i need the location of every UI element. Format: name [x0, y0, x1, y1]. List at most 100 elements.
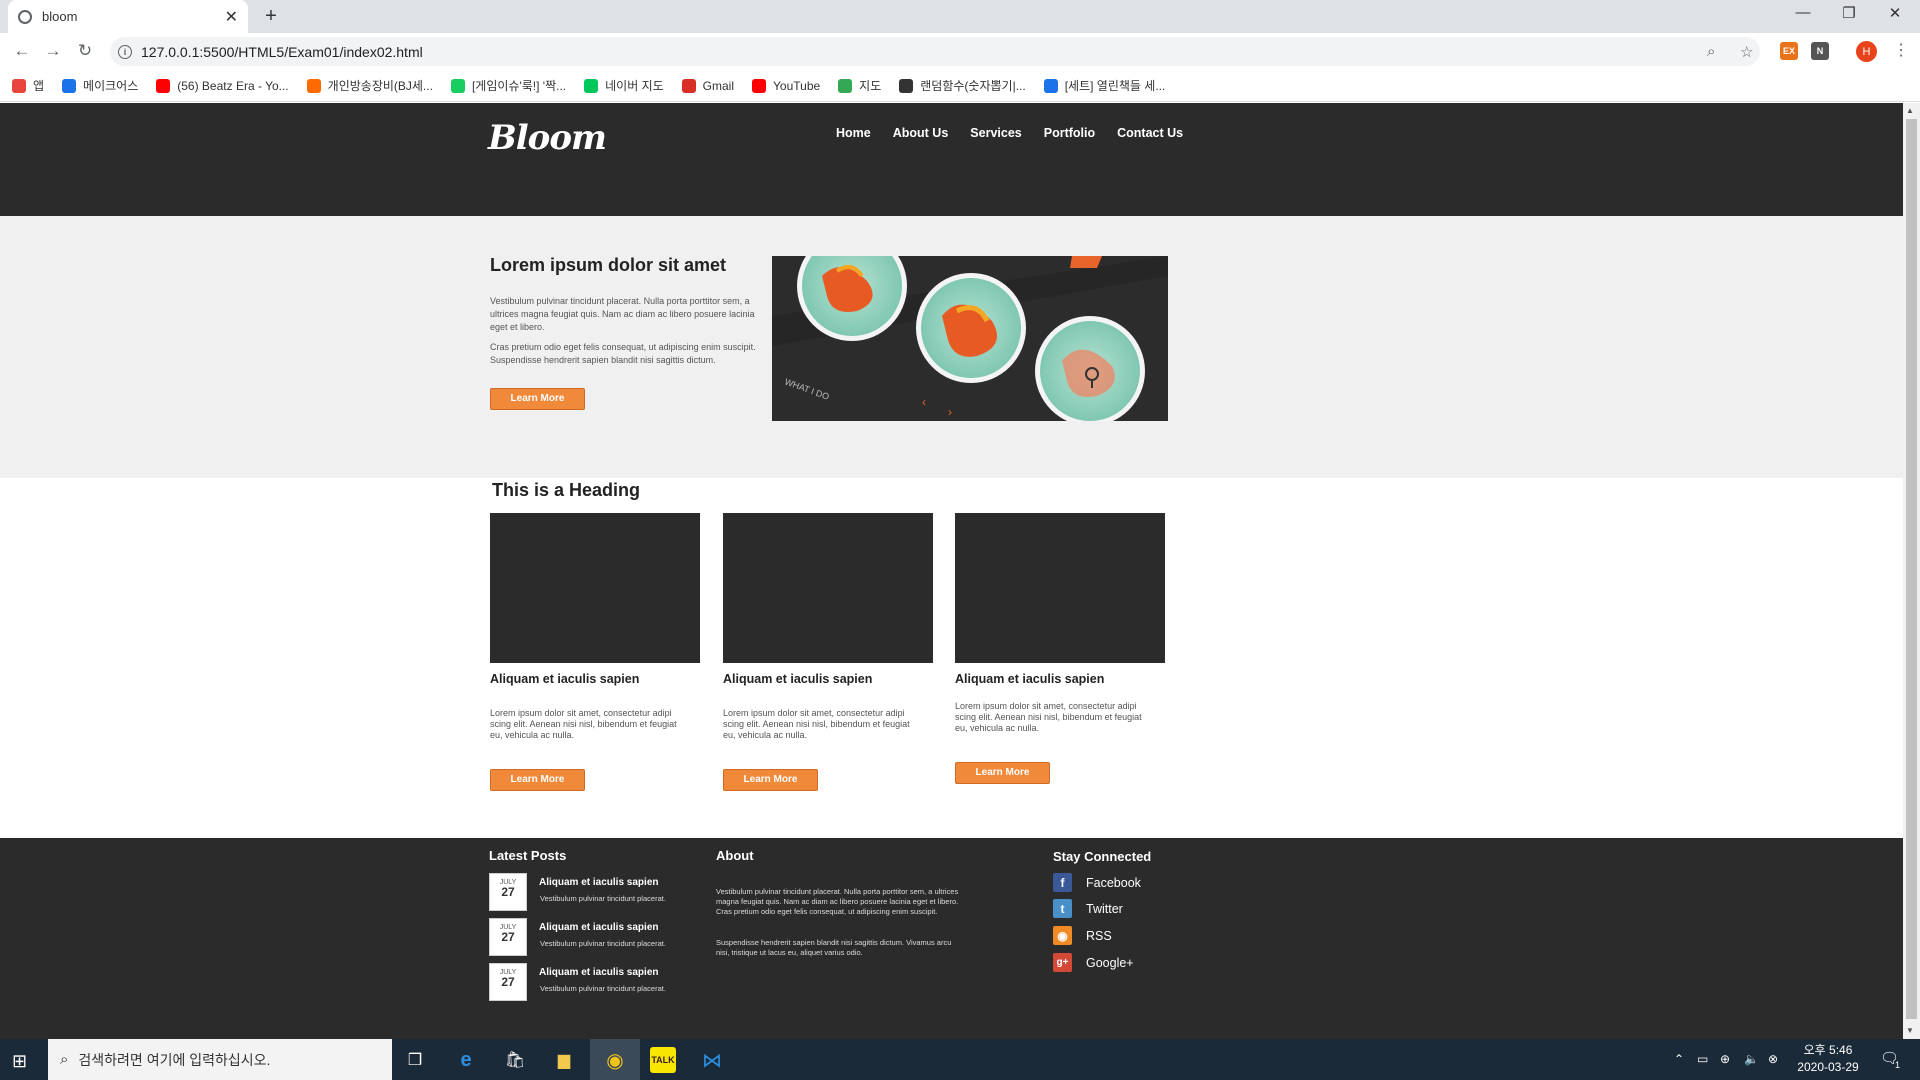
bookmark-label: 개인방송장비(BJ세... — [327, 79, 433, 93]
volume-icon[interactable]: 🔈 — [1744, 1052, 1759, 1066]
card-2-learn-more-button[interactable]: Learn More — [723, 769, 818, 791]
bookmark-label: [게임이슈'룩!] '짝... — [471, 79, 567, 93]
nav-contact-us[interactable]: Contact Us — [1117, 126, 1183, 140]
card-image-2 — [723, 513, 933, 663]
footer-post[interactable]: JULY 27 Aliquam et iaculis sapien Vestibu… — [489, 918, 709, 958]
post-title[interactable]: Aliquam et iaculis sapien — [539, 967, 658, 978]
card-3-learn-more-button[interactable]: Learn More — [955, 762, 1050, 784]
window-close-button[interactable]: ✕ — [1872, 4, 1918, 22]
task-view-icon[interactable]: ❒ — [402, 1047, 428, 1073]
latest-posts-heading: Latest Posts — [489, 848, 567, 863]
back-button[interactable]: ← — [10, 41, 34, 61]
post-title[interactable]: Aliquam et iaculis sapien — [539, 877, 658, 888]
nav-about-us[interactable]: About Us — [893, 126, 949, 140]
nav-home[interactable]: Home — [836, 126, 871, 140]
hero-image: WHAT I DO ‹ › — [772, 256, 1168, 421]
bookmark-item[interactable]: 메이크어스 — [62, 77, 138, 94]
bookmark-star-icon[interactable]: ☆ — [1740, 43, 1753, 61]
new-tab-button[interactable]: + — [260, 5, 282, 28]
nav-portfolio[interactable]: Portfolio — [1044, 126, 1095, 140]
scroll-down-arrow-icon[interactable]: ▼ — [1906, 1026, 1914, 1035]
bookmark-label: 네이버 지도 — [605, 79, 664, 93]
scroll-up-arrow-icon[interactable]: ▲ — [1906, 106, 1914, 115]
edge-icon[interactable]: e — [453, 1047, 479, 1073]
bookmark-item[interactable]: 랜덤함수(숫자뽑기|... — [899, 77, 1026, 94]
tray-chevron-icon[interactable]: ⌃ — [1674, 1052, 1684, 1066]
footer-post[interactable]: JULY 27 Aliquam et iaculis sapien Vestibu… — [489, 963, 709, 1003]
notification-count: 1 — [1895, 1060, 1901, 1070]
file-explorer-icon[interactable]: ▆ — [551, 1047, 577, 1073]
social-link-google-plus[interactable]: g+ Google+ — [1053, 953, 1134, 972]
site-info-icon[interactable]: i — [118, 44, 132, 59]
bookmark-item[interactable]: Gmail — [681, 78, 734, 93]
menu-icon[interactable]: ⋮ — [1893, 40, 1909, 60]
post-date: JULY 27 — [489, 918, 527, 956]
dots-icon — [899, 78, 914, 93]
section-heading: This is a Heading — [492, 480, 641, 500]
card-1-learn-more-button[interactable]: Learn More — [490, 769, 585, 791]
illustration-circle-3 — [1035, 316, 1145, 421]
zoom-icon[interactable]: ⌕ — [1707, 43, 1715, 60]
scroll-thumb[interactable] — [1906, 119, 1917, 1019]
forward-button[interactable]: → — [41, 41, 65, 61]
site-header: Bloom Home About Us Services Portfolio C… — [0, 103, 1903, 216]
address-bar[interactable]: i 127.0.0.1:5500/HTML5/Exam01/index02.ht… — [110, 37, 1760, 66]
nav-services[interactable]: Services — [970, 126, 1021, 140]
minimize-button[interactable]: — — [1780, 4, 1826, 21]
ime-icon[interactable]: ⊗ — [1768, 1052, 1778, 1066]
about-heading: About — [716, 848, 754, 863]
browser-tab[interactable]: bloom ✕ — [8, 0, 248, 33]
chrome-icon[interactable]: ◉ — [602, 1047, 628, 1073]
hero-title: Lorem ipsum dolor sit amet — [490, 255, 727, 275]
footer-post[interactable]: JULY 27 Aliquam et iaculis sapien Vestibu… — [489, 873, 709, 913]
close-tab-icon[interactable]: ✕ — [225, 7, 238, 27]
store-icon[interactable]: 🛍 — [502, 1047, 528, 1073]
bookmark-item[interactable]: 개인방송장비(BJ세... — [306, 77, 433, 94]
card-title-2: Aliquam et iaculis sapien — [723, 672, 873, 686]
battery-icon[interactable]: ▭ — [1697, 1052, 1708, 1066]
post-title[interactable]: Aliquam et iaculis sapien — [539, 922, 658, 933]
site-logo[interactable]: Bloom — [488, 118, 607, 158]
bookmark-item[interactable]: 네이버 지도 — [584, 77, 664, 94]
bookmark-label: 메이크어스 — [83, 79, 139, 93]
card-title-1: Aliquam et iaculis sapien — [490, 672, 640, 686]
windows-start-icon[interactable]: ⊞ — [12, 1051, 27, 1072]
windows-taskbar: ⊞ ⌕ 검색하려면 여기에 입력하십시오. ❒ e 🛍 ▆ ◉ TALK ⋈ ⌃… — [0, 1039, 1920, 1080]
hero-learn-more-button[interactable]: Learn More — [490, 388, 585, 410]
bookmark-item[interactable]: YouTube — [752, 78, 820, 93]
bookmark-item[interactable]: [세트] 열린책들 세... — [1043, 77, 1166, 94]
social-link-rss[interactable]: ◉ RSS — [1053, 926, 1112, 945]
page-scrollbar[interactable]: ▲ ▼ — [1903, 103, 1920, 1039]
profile-avatar[interactable]: H — [1856, 41, 1877, 62]
search-placeholder: 검색하려면 여기에 입력하십시오. — [78, 1051, 271, 1068]
restore-button[interactable]: ❐ — [1826, 4, 1872, 22]
tab-title: bloom — [42, 9, 78, 24]
extension-icon-n[interactable]: N — [1811, 42, 1829, 60]
network-icon[interactable]: ⊕ — [1720, 1052, 1730, 1066]
bookmark-item[interactable]: 지도 — [838, 77, 881, 94]
k-logo-icon — [306, 78, 321, 93]
system-clock[interactable]: 오후 5:46 2020-03-29 — [1790, 1042, 1866, 1076]
extension-icon-ex[interactable]: EX — [1780, 42, 1798, 60]
hero-paragraph-2: Cras pretium odio eget felis consequat, … — [490, 342, 756, 365]
bookmark-label: 앱 — [33, 79, 45, 93]
reload-button[interactable]: ↻ — [73, 41, 97, 61]
clock-time: 오후 5:46 — [1803, 1043, 1853, 1057]
about-paragraph-1: Vestibulum pulvinar tincidunt placerat. … — [716, 887, 959, 916]
kakaotalk-icon[interactable]: TALK — [650, 1047, 676, 1073]
google-plus-icon: g+ — [1053, 953, 1072, 972]
social-link-twitter[interactable]: t Twitter — [1053, 899, 1123, 918]
card-text-2: Lorem ipsum dolor sit amet, consectetur … — [723, 708, 910, 740]
g-logo-icon — [450, 78, 465, 93]
social-link-facebook[interactable]: f Facebook — [1053, 873, 1141, 892]
vscode-icon[interactable]: ⋈ — [699, 1047, 725, 1073]
main-nav: Home About Us Services Portfolio Contact… — [836, 126, 1205, 140]
browser-tab-strip: bloom ✕ + — ❐ ✕ — [0, 0, 1920, 33]
bookmark-label: [세트] 열린책들 세... — [1064, 79, 1166, 93]
youtube-icon — [156, 78, 171, 93]
bookmark-item[interactable]: 앱 — [12, 77, 44, 94]
taskbar-search[interactable]: ⌕ 검색하려면 여기에 입력하십시오. — [48, 1039, 392, 1080]
bookmark-item[interactable]: [게임이슈'룩!] '짝... — [450, 77, 567, 94]
bookmark-item[interactable]: (56) Beatz Era - Yo... — [156, 78, 289, 93]
bookmark-label: (56) Beatz Era - Yo... — [177, 78, 289, 93]
